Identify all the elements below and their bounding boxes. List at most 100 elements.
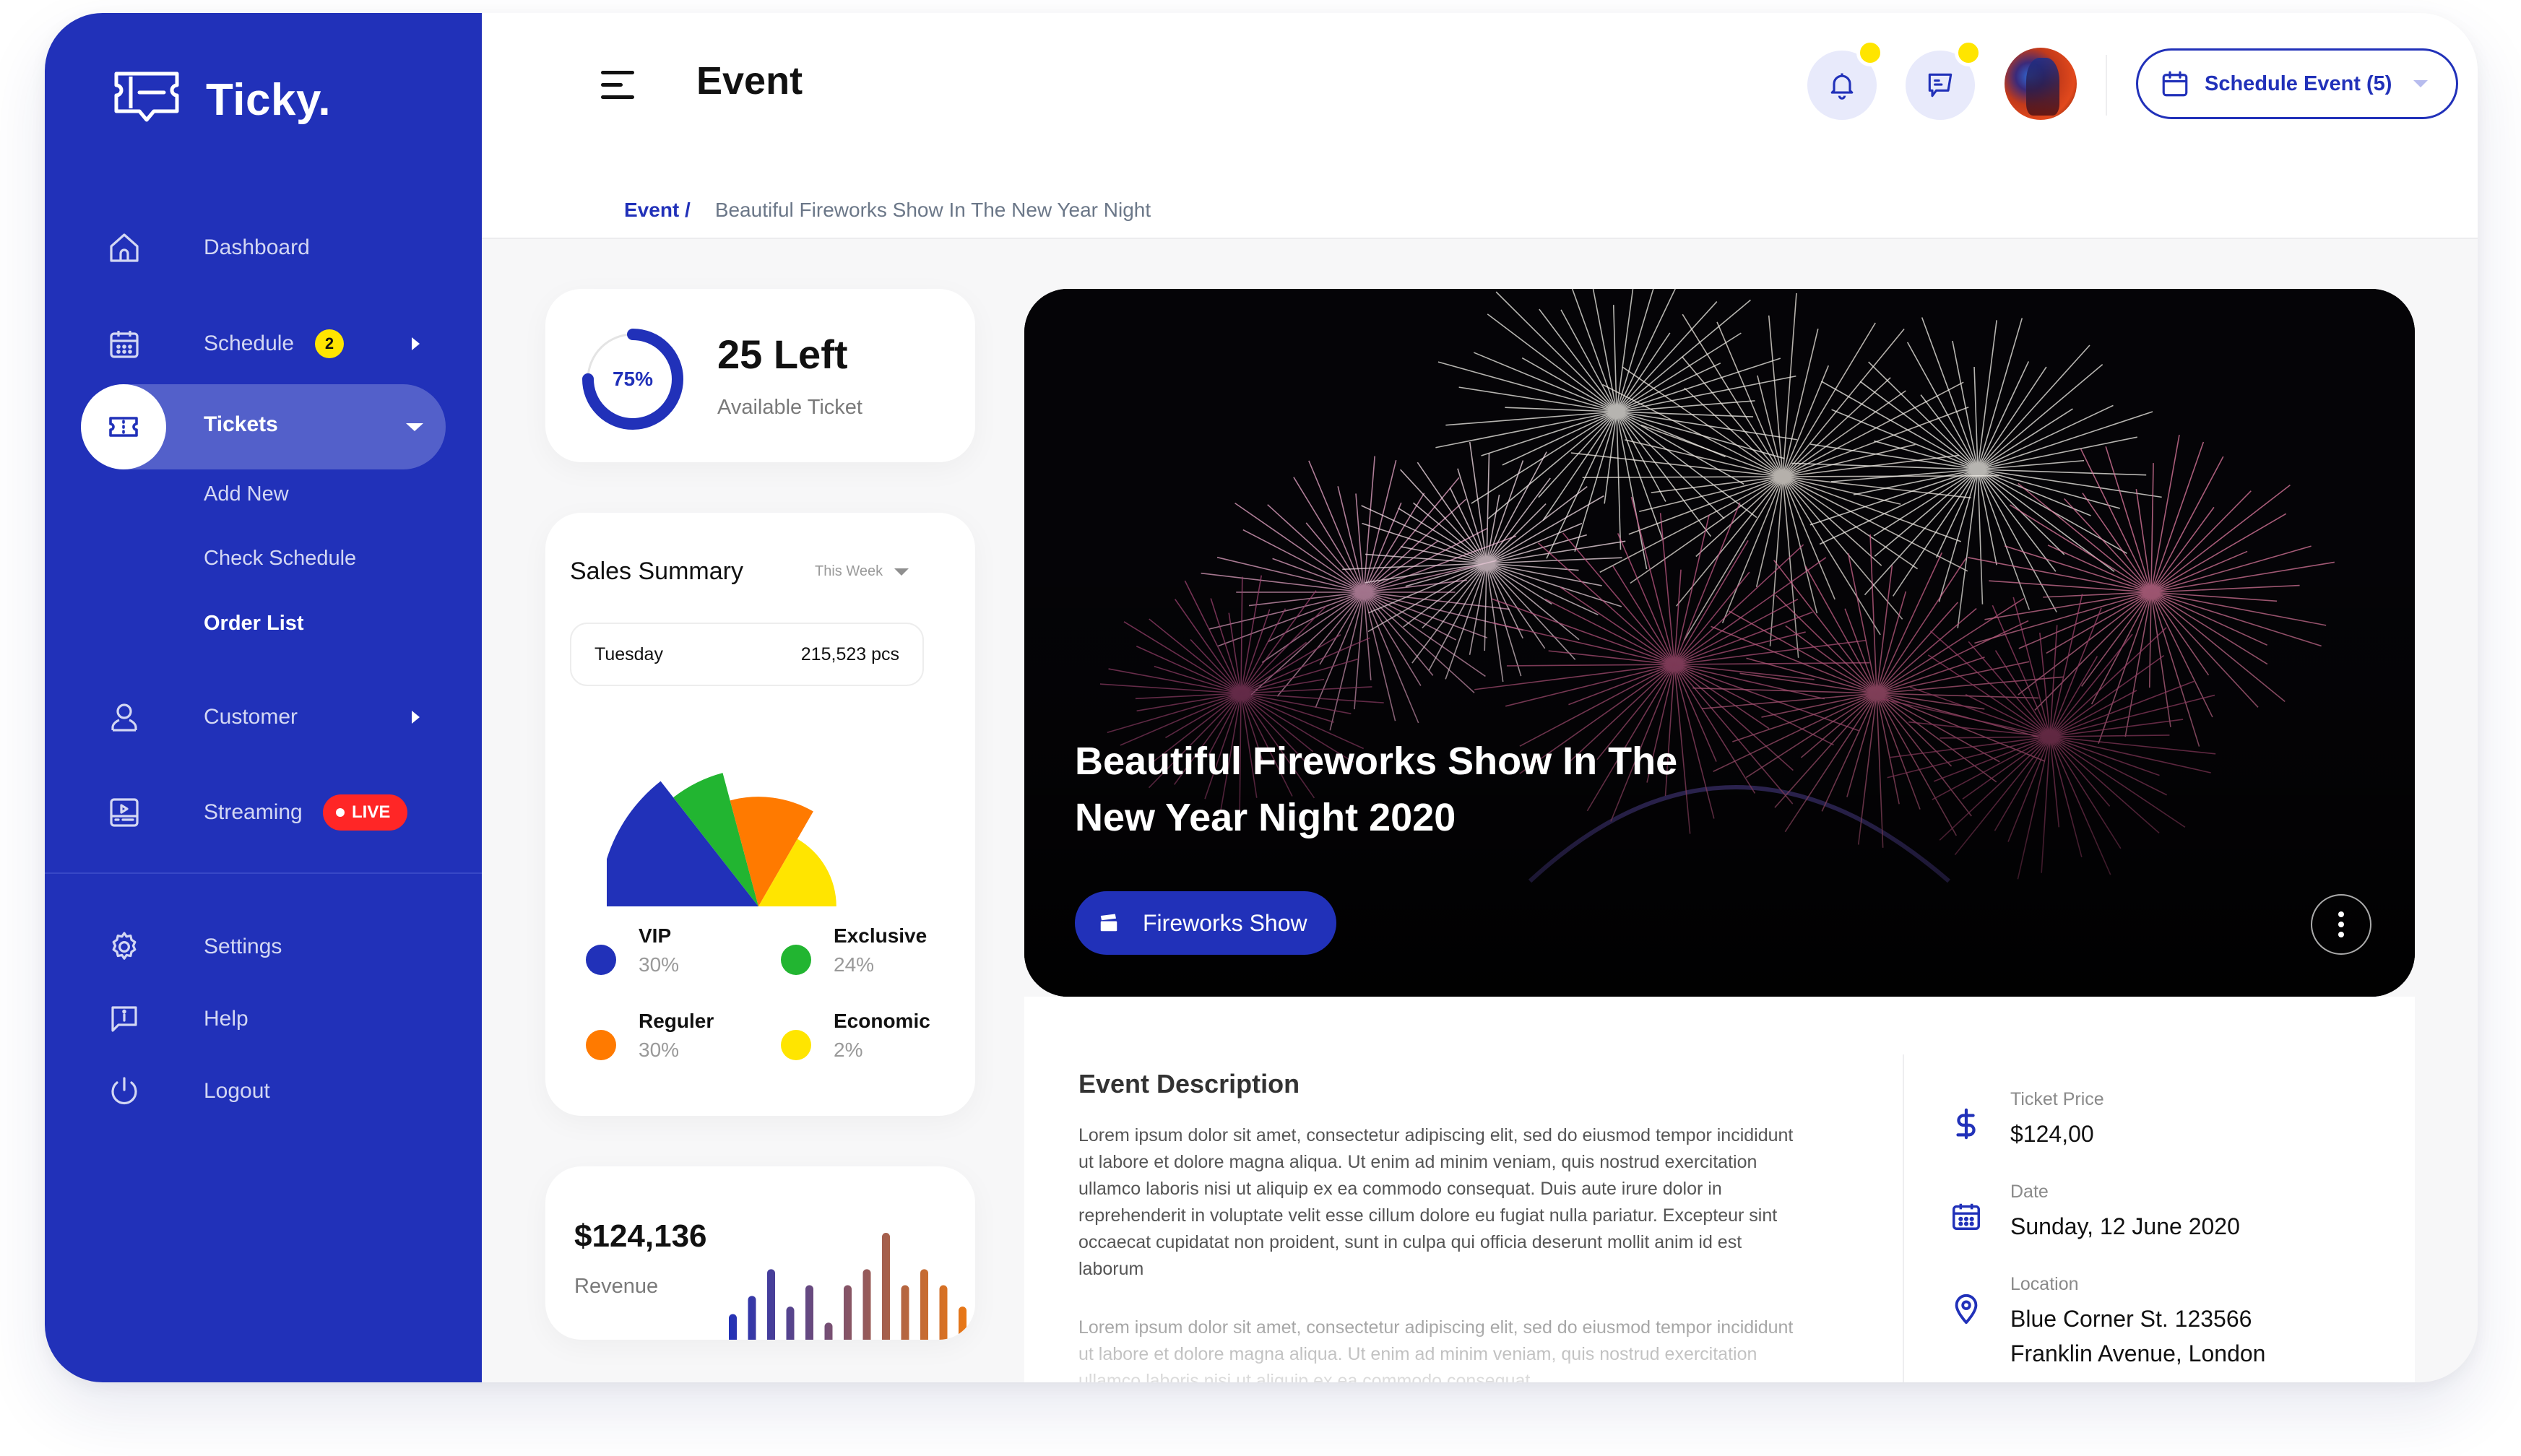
event-hero: Beautiful Fireworks Show In The New Year…	[1024, 289, 2415, 997]
logo[interactable]: Ticky.	[113, 71, 331, 129]
breadcrumb: Event / Beautiful Fireworks Show In The …	[624, 199, 1151, 222]
calendar-icon	[2162, 71, 2188, 97]
info-label: Location	[2010, 1274, 2079, 1294]
revenue-bar	[748, 1296, 756, 1340]
live-badge: LIVE	[323, 794, 408, 831]
address-line-2: Franklin Avenue, London	[2010, 1340, 2266, 1366]
video-icon	[103, 791, 146, 834]
app-window: Ticky. Dashboard Schedule 2 Tickets Add …	[45, 13, 2478, 1382]
app-name: Ticky.	[206, 74, 332, 125]
available-tickets-card: 75% 25 Left Available Ticket	[545, 289, 975, 462]
calendar-icon	[103, 322, 146, 365]
period-select[interactable]: This Week	[815, 563, 909, 580]
sales-summary-card: Sales Summary This Week Tuesday 215,523 …	[545, 513, 975, 1116]
sidebar: Ticky. Dashboard Schedule 2 Tickets Add …	[45, 13, 482, 1382]
sidebar-item-schedule[interactable]: Schedule 2	[45, 301, 482, 386]
legend-item-exclusive: Exclusive 24%	[765, 924, 938, 989]
revenue-card: $124,136 Revenue	[545, 1166, 975, 1340]
tickets-left-label: Available Ticket	[717, 396, 862, 419]
info-value: Sunday, 12 June 2020	[2010, 1213, 2240, 1239]
user-avatar[interactable]	[2005, 48, 2077, 120]
dot	[2338, 932, 2344, 937]
sidebar-item-label: Streaming	[204, 800, 303, 824]
revenue-bar	[786, 1306, 795, 1340]
sales-rose-chart	[607, 773, 836, 906]
address-line-1: Blue Corner St. 123566	[2010, 1306, 2252, 1332]
sales-legend: VIP 30% Exclusive 24% Reguler 30% Economic 2%	[570, 924, 946, 1098]
sales-tooltip-row: Tuesday 215,523 pcs	[570, 623, 924, 686]
revenue-bar	[862, 1269, 871, 1340]
location-pin-icon	[1949, 1290, 1984, 1327]
sidebar-item-dashboard[interactable]: Dashboard	[45, 205, 482, 290]
details-divider	[1903, 1054, 1904, 1382]
breadcrumb-root[interactable]: Event /	[624, 199, 691, 222]
sidebar-item-logout[interactable]: Logout	[45, 1049, 482, 1134]
home-icon	[103, 226, 146, 269]
legend-label: Reguler	[639, 1010, 714, 1032]
legend-label: Exclusive	[834, 924, 927, 947]
revenue-bar	[805, 1285, 813, 1340]
header: Event Schedule Event (5) Event / Beautif…	[482, 13, 2478, 239]
event-category-label: Fireworks Show	[1143, 909, 1307, 936]
sidebar-item-customer[interactable]: Customer	[45, 675, 482, 760]
revenue-bar	[901, 1285, 909, 1340]
sidebar-item-label: Schedule	[204, 332, 295, 355]
live-dot-icon	[336, 808, 345, 817]
period-select-value: This Week	[815, 563, 883, 579]
chat-icon	[1928, 73, 1953, 98]
info-label: Ticket Price	[2010, 1089, 2104, 1109]
revenue-bar	[729, 1314, 737, 1340]
power-icon	[103, 1070, 146, 1113]
chevron-down-icon	[2413, 80, 2429, 87]
chevron-down-icon[interactable]	[406, 423, 423, 431]
help-icon	[103, 997, 146, 1041]
info-value: Blue Corner St. 123566 Franklin Avenue, …	[2010, 1301, 2265, 1371]
sidebar-divider	[45, 872, 482, 874]
description-title: Event Description	[1078, 1069, 1300, 1098]
hero-overlay	[1024, 289, 2415, 997]
dollar-icon	[1949, 1105, 1984, 1143]
sales-summary-title: Sales Summary	[570, 558, 743, 585]
revenue-label: Revenue	[574, 1275, 659, 1298]
description-paragraph: Lorem ipsum dolor sit amet, consectetur …	[1078, 1125, 1794, 1279]
submenu-check-schedule[interactable]: Check Schedule	[204, 547, 356, 571]
legend-swatch	[781, 945, 811, 975]
chevron-right-icon	[412, 337, 420, 350]
submenu-add-new[interactable]: Add New	[204, 482, 289, 506]
sidebar-item-streaming[interactable]: Streaming LIVE	[45, 770, 482, 855]
legend-value: 30%	[639, 953, 680, 976]
description-paragraph: Lorem ipsum dolor sit amet, consectetur …	[1078, 1317, 1794, 1382]
live-badge-text: LIVE	[352, 802, 391, 822]
chevron-right-icon	[412, 711, 420, 724]
event-category-button[interactable]: Fireworks Show	[1075, 891, 1336, 955]
ticket-icon-wrapper	[81, 384, 166, 469]
calendar-icon	[1949, 1197, 1984, 1235]
page-title: Event	[696, 59, 803, 103]
sidebar-item-label: Logout	[204, 1079, 270, 1103]
legend-label: VIP	[639, 924, 672, 947]
revenue-bar-chart	[729, 1233, 967, 1340]
avatar-image	[2026, 58, 2059, 116]
legend-swatch	[586, 1030, 616, 1060]
legend-item-reguler: Reguler 30%	[570, 1010, 743, 1075]
menu-toggle-button[interactable]	[601, 71, 637, 100]
info-value: $124,00	[2010, 1121, 2094, 1147]
gear-icon	[103, 925, 146, 968]
menu-line	[601, 83, 623, 87]
sidebar-item-label: Help	[204, 1007, 248, 1031]
legend-swatch	[586, 945, 616, 975]
ticket-logo-icon	[114, 72, 179, 122]
sidebar-item-label: Tickets	[204, 412, 278, 436]
ticket-percent: 75%	[612, 368, 654, 390]
revenue-bar	[767, 1269, 775, 1340]
revenue-bar	[939, 1285, 948, 1340]
revenue-bar	[920, 1269, 928, 1340]
more-options-button[interactable]	[2311, 894, 2371, 955]
event-title: Beautiful Fireworks Show In The New Year…	[1075, 740, 1678, 839]
notification-indicator	[1856, 39, 1884, 66]
sidebar-item-label: Customer	[204, 705, 298, 729]
submenu-order-list[interactable]: Order List	[204, 612, 304, 636]
schedule-event-button[interactable]: Schedule Event (5)	[2136, 48, 2458, 119]
dot	[2338, 922, 2344, 927]
menu-line	[601, 71, 634, 74]
